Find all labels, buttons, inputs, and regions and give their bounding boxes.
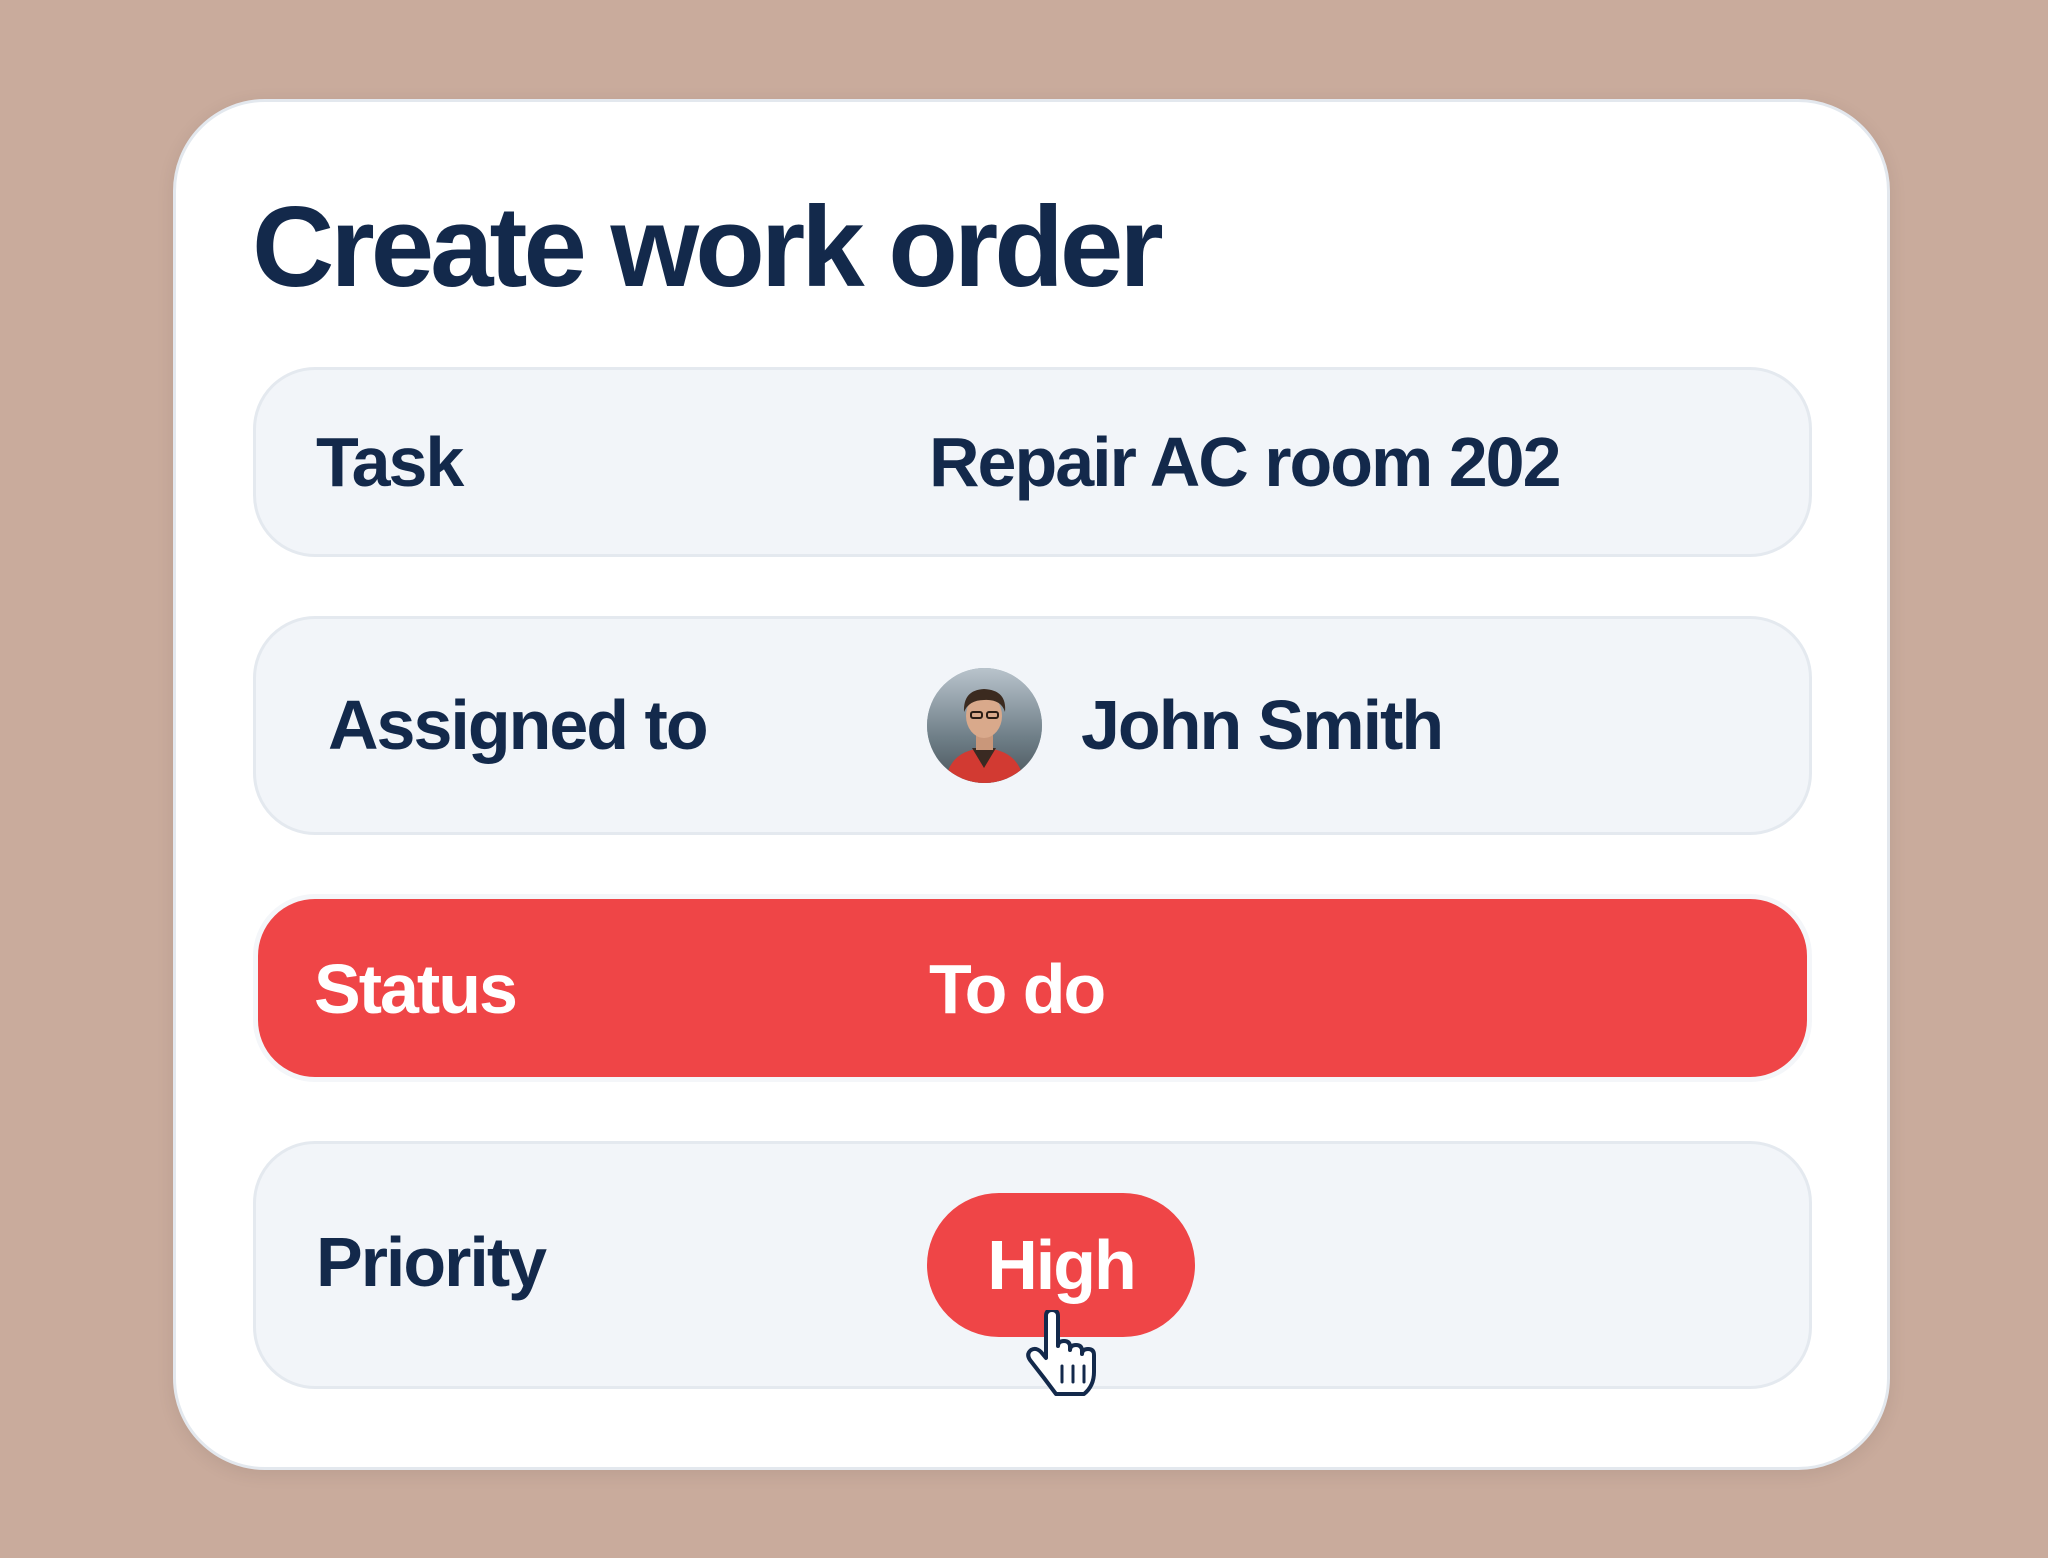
user-avatar [927, 668, 1042, 783]
hand-pointer-icon [1024, 1308, 1102, 1396]
assigned-to-value[interactable]: John Smith [1081, 685, 1444, 765]
priority-label: Priority [316, 1223, 547, 1301]
assigned-to-label: Assigned to [328, 686, 709, 764]
avatar-photo-icon [927, 668, 1042, 783]
task-value[interactable]: Repair AC room 202 [929, 422, 1562, 502]
task-row[interactable]: Task Repair AC room 202 [253, 367, 1812, 557]
status-row[interactable]: Status To do [253, 894, 1812, 1082]
task-label: Task [316, 423, 464, 501]
status-value[interactable]: To do [929, 949, 1106, 1029]
assigned-to-row[interactable]: Assigned to John Smith [253, 616, 1812, 835]
page-title: Create work order [252, 184, 1164, 311]
status-label: Status [314, 950, 518, 1028]
